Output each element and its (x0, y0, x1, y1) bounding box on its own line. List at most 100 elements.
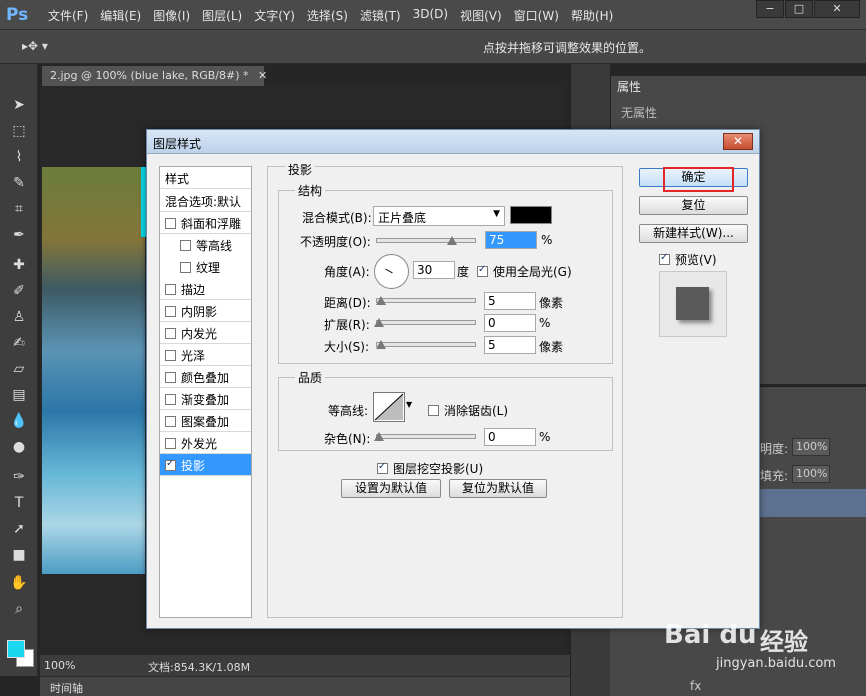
shadow-color-swatch[interactable] (510, 206, 552, 224)
style-item[interactable]: 内发光 (160, 322, 251, 344)
style-item-checkbox[interactable] (165, 416, 176, 427)
styles-header[interactable]: 样式 (160, 167, 251, 189)
menu-edit[interactable]: 编辑(E) (100, 7, 141, 24)
dodge-tool-icon[interactable]: ● (9, 438, 29, 456)
move-tool-icon[interactable]: ➤ (9, 96, 29, 114)
style-item[interactable]: 图案叠加 (160, 410, 251, 432)
fx-icon[interactable]: fx (690, 679, 701, 693)
selected-layer-row[interactable] (760, 489, 866, 517)
lasso-tool-icon[interactable]: ⌇ (9, 148, 29, 166)
knockout-checkbox[interactable]: 图层挖空投影(U) (377, 460, 483, 477)
noise-slider-thumb[interactable] (374, 432, 384, 441)
clone-stamp-tool-icon[interactable]: ♙ (9, 308, 29, 326)
spread-input[interactable]: 0 (484, 314, 536, 332)
style-item-checkbox[interactable] (165, 306, 176, 317)
contour-dropdown-icon[interactable]: ▼ (406, 400, 412, 409)
distance-slider-thumb[interactable] (376, 296, 386, 305)
menu-file[interactable]: 文件(F) (48, 7, 88, 24)
marquee-tool-icon[interactable]: ⬚ (9, 122, 29, 140)
style-item[interactable]: 等高线 (160, 234, 251, 256)
antialias-check[interactable] (428, 405, 439, 416)
menu-select[interactable]: 选择(S) (307, 7, 348, 24)
preview-check[interactable] (659, 252, 670, 265)
window-close-button[interactable]: ✕ (814, 0, 860, 18)
timeline-tab[interactable]: 时间轴 (50, 680, 83, 696)
path-selection-tool-icon[interactable]: ➚ (9, 520, 29, 538)
style-item[interactable]: 斜面和浮雕 (160, 212, 251, 234)
menu-3d[interactable]: 3D(D) (413, 7, 448, 24)
dialog-close-button[interactable]: ✕ (723, 133, 753, 150)
style-item[interactable]: 颜色叠加 (160, 366, 251, 388)
menu-image[interactable]: 图像(I) (153, 7, 190, 24)
foreground-color-swatch[interactable] (7, 640, 25, 658)
quick-select-tool-icon[interactable]: ✎ (9, 174, 29, 192)
style-item[interactable]: 混合选项:默认 (160, 190, 251, 212)
style-item[interactable]: 渐变叠加 (160, 388, 251, 410)
make-default-button[interactable]: 设置为默认值 (341, 479, 441, 498)
distance-input[interactable]: 5 (484, 292, 536, 310)
layer-fill-field[interactable]: 100% (792, 465, 830, 483)
layer-opacity-field[interactable]: 100% (792, 438, 830, 456)
style-item[interactable]: 投影 (160, 454, 251, 476)
style-item-checkbox[interactable] (165, 284, 176, 295)
menu-type[interactable]: 文字(Y) (254, 7, 295, 24)
new-style-button[interactable]: 新建样式(W)... (639, 224, 748, 243)
style-item[interactable]: 纹理 (160, 256, 251, 278)
eyedropper-tool-icon[interactable]: ✒ (9, 226, 29, 244)
style-item-checkbox[interactable] (165, 438, 176, 449)
spread-slider-thumb[interactable] (374, 318, 384, 327)
contour-picker[interactable] (373, 392, 405, 422)
gradient-tool-icon[interactable]: ▤ (9, 386, 29, 404)
style-item[interactable]: 描边 (160, 278, 251, 300)
opacity-slider-thumb[interactable] (447, 236, 457, 245)
style-item[interactable]: 内阴影 (160, 300, 251, 322)
document-tab-close-icon[interactable]: ✕ (258, 69, 267, 82)
distance-slider[interactable] (376, 298, 476, 303)
style-item[interactable]: 光泽 (160, 344, 251, 366)
global-light-checkbox[interactable]: 使用全局光(G) (477, 263, 572, 280)
menu-help[interactable]: 帮助(H) (571, 7, 613, 24)
style-item[interactable]: 外发光 (160, 432, 251, 454)
style-item-checkbox[interactable] (165, 372, 176, 383)
healing-brush-tool-icon[interactable]: ✚ (9, 256, 29, 274)
angle-input[interactable]: 30 (413, 261, 455, 279)
minimize-button[interactable]: − (756, 0, 784, 18)
menu-view[interactable]: 视图(V) (460, 7, 502, 24)
size-slider-thumb[interactable] (376, 340, 386, 349)
menu-window[interactable]: 窗口(W) (514, 7, 559, 24)
style-item-checkbox[interactable] (165, 458, 176, 471)
dialog-titlebar[interactable]: 图层样式 ✕ (147, 130, 759, 154)
move-tool-preset-icon[interactable]: ▸✥ ▾ (22, 39, 48, 53)
menu-layer[interactable]: 图层(L) (202, 7, 242, 24)
style-item-checkbox[interactable] (180, 240, 191, 251)
pen-tool-icon[interactable]: ✑ (9, 468, 29, 486)
style-item-checkbox[interactable] (165, 328, 176, 339)
preview-checkbox[interactable]: 预览(V) (659, 251, 717, 268)
eraser-tool-icon[interactable]: ▱ (9, 360, 29, 378)
blend-mode-select[interactable]: 正片叠底 ▼ (373, 206, 505, 226)
opacity-slider[interactable] (376, 238, 476, 243)
reset-button[interactable]: 复位 (639, 196, 748, 215)
menu-filter[interactable]: 滤镜(T) (360, 7, 401, 24)
brush-tool-icon[interactable]: ✐ (9, 282, 29, 300)
crop-tool-icon[interactable]: ⌗ (9, 200, 29, 218)
style-item-checkbox[interactable] (165, 394, 176, 405)
global-light-check[interactable] (477, 264, 488, 277)
type-tool-icon[interactable]: T (9, 494, 29, 512)
angle-dial[interactable] (374, 254, 409, 289)
zoom-level[interactable]: 100% (44, 659, 75, 672)
size-slider[interactable] (376, 342, 476, 347)
style-item-checkbox[interactable] (165, 350, 176, 361)
history-brush-tool-icon[interactable]: ✍ (9, 334, 29, 352)
hand-tool-icon[interactable]: ✋ (9, 574, 29, 592)
rectangle-tool-icon[interactable]: ■ (9, 546, 29, 564)
noise-input[interactable]: 0 (484, 428, 536, 446)
noise-slider[interactable] (376, 434, 476, 439)
spread-slider[interactable] (376, 320, 476, 325)
zoom-tool-icon[interactable]: ⌕ (9, 600, 29, 618)
size-input[interactable]: 5 (484, 336, 536, 354)
knockout-check[interactable] (377, 461, 388, 474)
restore-button[interactable]: □ (785, 0, 813, 18)
style-item-checkbox[interactable] (165, 218, 176, 229)
style-item-checkbox[interactable] (180, 262, 191, 273)
